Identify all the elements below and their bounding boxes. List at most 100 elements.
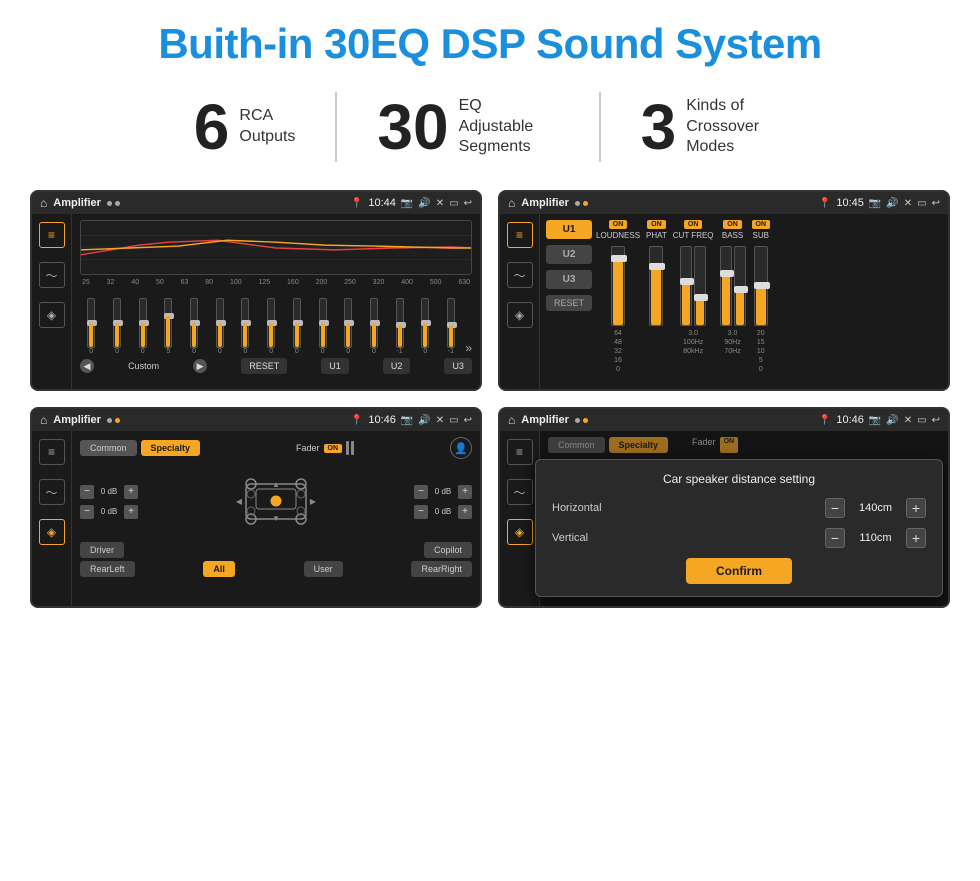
distance-wifi-icon: ✕ (904, 415, 912, 426)
distance-back-icon[interactable]: ↩ (932, 415, 940, 426)
fader-vol-fr-val: 0 dB (431, 487, 455, 496)
fader-vol-fl-plus[interactable]: + (124, 485, 138, 499)
eq-u2-btn[interactable]: U2 (383, 358, 411, 374)
fader-vol-rr: − 0 dB + (414, 505, 472, 519)
crossover-topbar: ⌂ Amplifier 📍 10:45 📷 🔊 ✕ ▭ ↩ (500, 192, 948, 214)
crossover-sidebar-wave-icon[interactable]: 〜 (507, 262, 533, 288)
eq-sidebar-speaker-icon[interactable]: ◈ (39, 302, 65, 328)
eq-sidebar: ≡ 〜 ◈ (32, 214, 72, 389)
stat-eq: 30 EQ AdjustableSegments (337, 95, 598, 159)
distance-vertical-value: 110cm (853, 532, 898, 544)
crossover-screen: ⌂ Amplifier 📍 10:45 📷 🔊 ✕ ▭ ↩ (498, 190, 950, 391)
distance-screen: ⌂ Amplifier 📍 10:46 📷 🔊 ✕ ▭ ↩ (498, 407, 950, 608)
fader-common-tab[interactable]: Common (80, 440, 137, 456)
fader-vol-rr-minus[interactable]: − (414, 505, 428, 519)
crossover-sidebar-eq-icon[interactable]: ≡ (507, 222, 533, 248)
bass-header: ON (723, 220, 742, 229)
eq-slider-col-8: 0 (260, 298, 283, 355)
distance-sidebar: ≡ 〜 ◈ (500, 431, 540, 606)
fader-battery-icon: ▭ (449, 415, 458, 426)
fader-speaker-layout: − 0 dB + − 0 dB + (80, 465, 472, 538)
svg-text:▶: ▶ (310, 497, 317, 506)
fader-sidebar-speaker-icon[interactable]: ◈ (39, 519, 65, 545)
fader-copilot-btn[interactable]: Copilot (424, 542, 472, 558)
eq-graph (80, 220, 472, 275)
back-icon[interactable]: ↩ (464, 198, 472, 209)
fader-sidebar-wave-icon[interactable]: 〜 (39, 479, 65, 505)
crossover-back-icon[interactable]: ↩ (932, 198, 940, 209)
fader-vol-fr: − 0 dB + (414, 485, 472, 499)
eq-sidebar-wave-icon[interactable]: 〜 (39, 262, 65, 288)
eq-content: 25 32 40 50 63 80 100 125 160 200 250 32… (72, 214, 480, 389)
fader-specialty-tab[interactable]: Specialty (141, 440, 201, 456)
eq-freq-labels: 25 32 40 50 63 80 100 125 160 200 250 32… (80, 279, 472, 286)
eq-next-btn[interactable]: ▶ (193, 359, 207, 373)
distance-vertical-plus[interactable]: + (906, 528, 926, 548)
eq-prev-btn[interactable]: ◀ (80, 359, 94, 373)
crossover-home-icon[interactable]: ⌂ (508, 196, 515, 210)
crossover-screen-body: ≡ 〜 ◈ U1 U2 U3 RESET (500, 214, 948, 389)
distance-sidebar-eq-icon[interactable]: ≡ (507, 439, 533, 465)
eq-u3-btn[interactable]: U3 (444, 358, 472, 374)
volume-icon: 🔊 (418, 198, 430, 209)
distance-horizontal-minus[interactable]: − (825, 498, 845, 518)
fader-vol-fr-minus[interactable]: − (414, 485, 428, 499)
eq-slider-col: 0 (80, 298, 103, 355)
crossover-u3-btn[interactable]: U3 (546, 270, 592, 289)
eq-time: 10:44 (368, 197, 396, 209)
eq-sidebar-eq-icon[interactable]: ≡ (39, 222, 65, 248)
home-icon[interactable]: ⌂ (40, 196, 47, 210)
camera-icon: 📷 (401, 198, 413, 209)
fader-vol-rr-val: 0 dB (431, 507, 455, 516)
crossover-u2-btn[interactable]: U2 (546, 245, 592, 264)
fader-time: 10:46 (368, 414, 396, 426)
fader-top-row: Common Specialty Fader ON 👤 (80, 437, 472, 459)
fader-left-controls: − 0 dB + − 0 dB + (80, 485, 138, 519)
distance-sidebar-wave-icon[interactable]: 〜 (507, 479, 533, 505)
distance-vertical-minus[interactable]: − (825, 528, 845, 548)
fader-vol-rl-minus[interactable]: − (80, 505, 94, 519)
svg-text:▲: ▲ (272, 480, 280, 489)
fader-home-icon[interactable]: ⌂ (40, 413, 47, 427)
dot-2 (115, 201, 120, 206)
fader-back-icon[interactable]: ↩ (464, 415, 472, 426)
fader-topbar-right: 📍 10:46 📷 🔊 ✕ ▭ ↩ (351, 414, 472, 426)
channel-loudness: ON LOUDNESS 64 48 32 16 (596, 220, 640, 383)
eq-slider-col-3: 0 (131, 298, 154, 355)
eq-slider-col-14: 0 (414, 298, 437, 355)
crossover-reset-btn[interactable]: RESET (546, 295, 592, 311)
stat-label-eq: EQ AdjustableSegments (459, 96, 559, 158)
fader-vol-fr-plus[interactable]: + (458, 485, 472, 499)
eq-u1-btn[interactable]: U1 (321, 358, 349, 374)
crossover-volume-icon: 🔊 (886, 198, 898, 209)
eq-slider-col-2: 0 (106, 298, 129, 355)
fader-vol-rr-plus[interactable]: + (458, 505, 472, 519)
distance-horizontal-plus[interactable]: + (906, 498, 926, 518)
distance-sidebar-speaker-icon[interactable]: ◈ (507, 519, 533, 545)
crossover-camera-icon: 📷 (869, 198, 881, 209)
stat-label-crossover: Kinds ofCrossover Modes (686, 96, 786, 158)
loudness-label: LOUDNESS (596, 231, 640, 240)
fader-vol-fl-minus[interactable]: − (80, 485, 94, 499)
fader-dot-2 (115, 418, 120, 423)
eq-slider-col-4: 5 (157, 298, 180, 355)
crossover-u1-btn[interactable]: U1 (546, 220, 592, 239)
fader-screen: ⌂ Amplifier 📍 10:46 📷 🔊 ✕ ▭ ↩ (30, 407, 482, 608)
eq-reset-btn[interactable]: RESET (241, 358, 287, 374)
fader-vol-rl-plus[interactable]: + (124, 505, 138, 519)
fader-sliders-mini (346, 441, 354, 455)
fader-user-btn[interactable]: User (304, 561, 343, 577)
distance-time: 10:46 (836, 414, 864, 426)
sub-header: ON (752, 220, 771, 229)
fader-rearleft-btn[interactable]: RearLeft (80, 561, 135, 577)
confirm-button[interactable]: Confirm (686, 558, 792, 584)
fader-all-btn[interactable]: All (203, 561, 235, 577)
fader-rearright-btn[interactable]: RearRight (411, 561, 472, 577)
fader-dot-1 (107, 418, 112, 423)
distance-home-icon[interactable]: ⌂ (508, 413, 515, 427)
fader-driver-btn[interactable]: Driver (80, 542, 124, 558)
crossover-sidebar-speaker-icon[interactable]: ◈ (507, 302, 533, 328)
eq-double-arrow[interactable]: » (465, 341, 472, 355)
fader-sidebar-eq-icon[interactable]: ≡ (39, 439, 65, 465)
fader-profile-icon[interactable]: 👤 (450, 437, 472, 459)
